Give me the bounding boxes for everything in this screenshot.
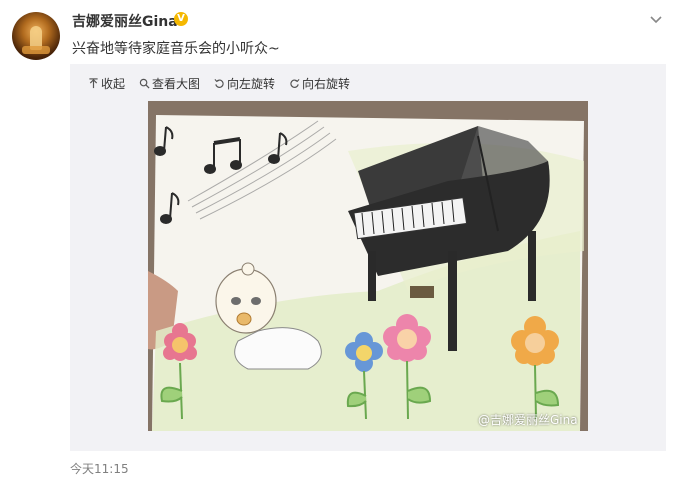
- search-icon: [139, 78, 150, 89]
- image-toolbar: 收起 查看大图 向左旋转 向右旋转: [88, 74, 350, 92]
- arrow-up-icon: [89, 77, 98, 88]
- verified-icon[interactable]: V: [174, 12, 188, 26]
- image-watermark: @吉娜爱丽丝Gina: [478, 413, 578, 427]
- post-timestamp[interactable]: 今天11:15: [70, 460, 129, 477]
- rotate-right-label: 向右旋转: [302, 76, 351, 91]
- post-image[interactable]: [148, 101, 588, 431]
- chevron-down-icon[interactable]: [648, 12, 664, 28]
- view-large-button[interactable]: 查看大图: [139, 75, 200, 92]
- username-link[interactable]: 吉娜爱丽丝Gina: [72, 11, 178, 31]
- avatar[interactable]: [12, 12, 60, 60]
- rotate-left-icon: [214, 78, 224, 88]
- rotate-right-button[interactable]: 向右旋转: [289, 75, 350, 92]
- rotate-left-button[interactable]: 向左旋转: [214, 75, 275, 92]
- rotate-right-icon: [290, 78, 300, 88]
- view-large-label: 查看大图: [152, 76, 201, 91]
- post-text: 兴奋地等待家庭音乐会的小听众~: [72, 41, 280, 57]
- drawing-illustration: [148, 101, 588, 431]
- avatar-base: [22, 46, 50, 54]
- collapse-button[interactable]: 收起: [88, 75, 125, 92]
- rotate-left-label: 向左旋转: [227, 76, 276, 91]
- collapse-label: 收起: [101, 76, 126, 91]
